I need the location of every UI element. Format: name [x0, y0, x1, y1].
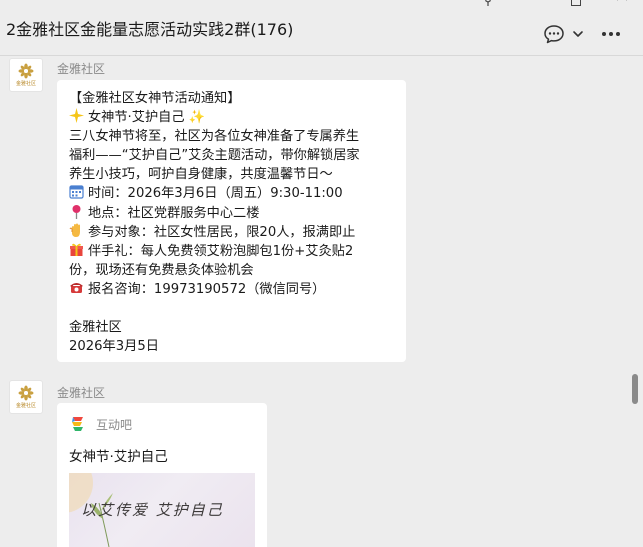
chat-header: 2金雅社区金能量志愿活动实践2群(176) — [0, 0, 643, 56]
message-line: 福利——“艾护自己”艾灸主题活动，带你解锁居家 — [69, 148, 360, 164]
message-text[interactable]: 【金雅社区女神节活动通知】 女神节·艾护自己 ✨ 三八女神节将至，社区为各位女神… — [69, 89, 405, 356]
message-line: 份，现场还有免费悬灸体验机会 — [69, 262, 254, 278]
card-source: 互动吧 — [69, 415, 132, 433]
message-line: 养生小技巧，呵护自身健康，共度温馨节日～ — [69, 167, 333, 183]
avatar-text: 金雅社区 — [15, 81, 36, 87]
raised-hand-icon — [69, 223, 80, 237]
message-line: 伴手礼：每人免费领艾粉泡脚包1份+艾灸贴2 — [69, 242, 405, 261]
sparkle-icon — [69, 108, 84, 124]
message-line: 三八女神节将至，社区为各位女神准备了专属养生 — [69, 129, 360, 145]
maximize-icon[interactable] — [571, 0, 581, 6]
close-icon[interactable] — [616, 0, 628, 6]
avatar[interactable]: 金雅社区 — [9, 380, 43, 414]
avatar[interactable]: 金雅社区 — [9, 58, 43, 92]
message-line: 参与对象：社区女性居民，限20人，报满即止 — [69, 223, 405, 242]
message-line: 金雅社区 — [69, 320, 122, 336]
message-line: 地点：社区党群服务中心二楼 — [69, 204, 405, 223]
sender-name[interactable]: 金雅社区 — [57, 384, 105, 401]
pin-icon[interactable] — [482, 0, 494, 6]
hudongba-logo-icon — [72, 417, 83, 431]
chat-icon[interactable] — [543, 24, 565, 44]
telephone-icon — [70, 282, 83, 293]
card-image-caption: 以艾传爱 艾护自己 — [81, 501, 224, 519]
scrollbar[interactable] — [632, 374, 638, 404]
message-line: 时间：2026年3月6日（周五）9:30-11:00 — [69, 184, 405, 203]
chevron-down-icon[interactable] — [572, 28, 584, 40]
flower-logo-icon — [18, 385, 34, 401]
message-line — [69, 299, 405, 318]
message-line: 女神节·艾护自己 ✨ — [69, 108, 405, 127]
chat-title[interactable]: 2金雅社区金能量志愿活动实践2群(176) — [6, 16, 293, 40]
calendar-icon — [69, 185, 84, 200]
flower-logo-icon — [18, 63, 34, 79]
card-source-label: 互动吧 — [96, 417, 133, 432]
avatar-text: 金雅社区 — [15, 403, 36, 409]
sender-name[interactable]: 金雅社区 — [57, 60, 105, 77]
pin-location-icon — [72, 204, 81, 219]
card-title[interactable]: 女神节·艾护自己 — [69, 445, 168, 465]
message-line: 报名咨询：19973190572（微信同号） — [69, 280, 405, 299]
more-icon[interactable] — [600, 24, 622, 44]
message-line: 【金雅社区女神节活动通知】 — [69, 91, 241, 106]
card-image[interactable]: 以艾传爱 艾护自己 — [69, 473, 255, 547]
gift-icon — [70, 243, 83, 256]
message-line: 2026年3月5日 — [69, 339, 159, 355]
